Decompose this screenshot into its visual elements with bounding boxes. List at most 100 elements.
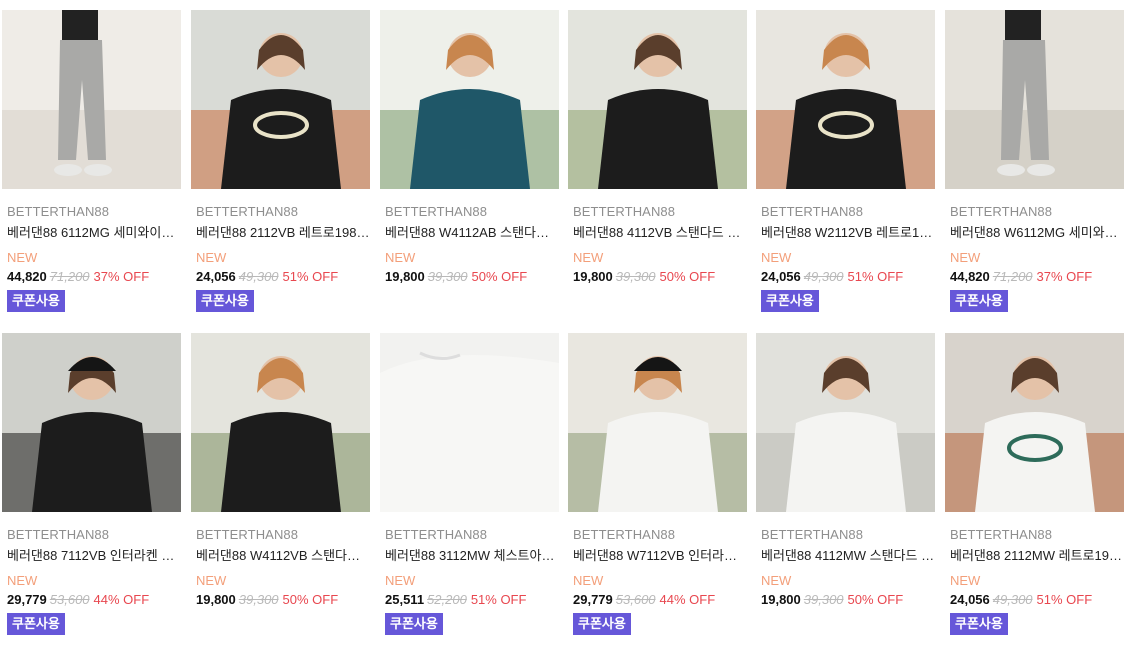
sale-price: 25,511 [385, 592, 425, 607]
product-brand[interactable]: BETTERTHAN88 [756, 527, 935, 543]
sale-price: 24,056 [196, 269, 236, 284]
discount-rate: 50% OFF [282, 592, 339, 607]
coupon-badge: 쿠폰사용 [950, 613, 1008, 635]
sale-price: 24,056 [950, 592, 990, 607]
product-title[interactable]: 베러댄88 6112MG 세미와이드 스웨트팬츠 [2, 222, 181, 242]
new-badge: NEW [950, 573, 981, 588]
original-price: 39,300 [803, 592, 844, 607]
discount-rate: 50% OFF [659, 269, 716, 284]
coupon-badge: 쿠폰사용 [196, 290, 254, 312]
product-brand[interactable]: BETTERTHAN88 [2, 527, 181, 543]
product-title[interactable]: 베러댄88 W2112VB 레트로198 반팔티 [756, 222, 935, 242]
discount-rate: 44% OFF [659, 592, 716, 607]
product-title[interactable]: 베러댄88 2112VB 레트로198 반팔티 [191, 222, 370, 242]
new-badge: NEW [761, 573, 792, 588]
product-image[interactable] [2, 10, 181, 189]
product-brand[interactable]: BETTERTHAN88 [191, 204, 370, 220]
product-title[interactable]: 베러댄88 W4112AB 스탠다드 반팔티 [380, 222, 559, 242]
original-price: 49,300 [238, 269, 279, 284]
discount-rate: 37% OFF [1036, 269, 1093, 284]
product-card[interactable]: BETTERTHAN88 베러댄88 W4112AB 스탠다드 반팔티 NEW … [380, 10, 559, 305]
price-line: 29,779 53,600 44% OFF [568, 592, 747, 610]
new-badge: NEW [573, 250, 604, 265]
product-image[interactable] [756, 10, 935, 189]
discount-rate: 50% OFF [847, 592, 904, 607]
product-brand[interactable]: BETTERTHAN88 [380, 204, 559, 220]
price-line: 19,800 39,300 50% OFF [756, 592, 935, 610]
product-brand[interactable]: BETTERTHAN88 [568, 204, 747, 220]
product-brand[interactable]: BETTERTHAN88 [380, 527, 559, 543]
product-card[interactable]: BETTERTHAN88 베러댄88 4112MW 스탠다드 반팔티 NEW 1… [756, 333, 935, 628]
product-card[interactable]: BETTERTHAN88 베러댄88 7112VB 인터라켄 반팔티 NEW 2… [2, 333, 181, 635]
price-line: 24,056 49,300 51% OFF [756, 269, 935, 287]
coupon-badge: 쿠폰사용 [7, 613, 65, 635]
sale-price: 44,820 [7, 269, 47, 284]
discount-rate: 51% OFF [470, 592, 527, 607]
product-image[interactable] [945, 10, 1124, 189]
product-brand[interactable]: BETTERTHAN88 [191, 527, 370, 543]
product-title[interactable]: 베러댄88 W4112VB 스탠다드 반팔티 [191, 545, 370, 565]
discount-rate: 51% OFF [282, 269, 339, 284]
new-badge: NEW [573, 573, 604, 588]
product-image[interactable] [2, 333, 181, 512]
sale-price: 19,800 [385, 269, 425, 284]
product-card[interactable]: BETTERTHAN88 베러댄88 W4112VB 스탠다드 반팔티 NEW … [191, 333, 370, 628]
original-price: 71,200 [49, 269, 90, 284]
original-price: 52,200 [427, 592, 467, 607]
original-price: 49,300 [803, 269, 844, 284]
new-badge: NEW [196, 250, 227, 265]
original-price: 71,200 [992, 269, 1033, 284]
sale-price: 29,779 [7, 592, 47, 607]
new-badge: NEW [7, 573, 38, 588]
product-card[interactable]: BETTERTHAN88 베러댄88 W6112MG 세미와이드 스웨트팬츠 N… [945, 10, 1124, 312]
discount-rate: 37% OFF [93, 269, 150, 284]
product-card[interactable]: BETTERTHAN88 베러댄88 6112MG 세미와이드 스웨트팬츠 NE… [2, 10, 181, 312]
product-card[interactable]: BETTERTHAN88 베러댄88 2112VB 레트로198 반팔티 NEW… [191, 10, 370, 312]
original-price: 53,600 [615, 592, 656, 607]
sale-price: 19,800 [196, 592, 236, 607]
product-brand[interactable]: BETTERTHAN88 [2, 204, 181, 220]
product-title[interactable]: 베러댄88 3112MW 체스트아치 반팔티 [380, 545, 559, 565]
new-badge: NEW [385, 573, 416, 588]
product-title[interactable]: 베러댄88 W6112MG 세미와이드 스웨트팬츠 [945, 222, 1124, 242]
product-image[interactable] [380, 333, 559, 512]
coupon-badge: 쿠폰사용 [761, 290, 819, 312]
price-line: 44,820 71,200 37% OFF [2, 269, 181, 287]
product-image[interactable] [380, 10, 559, 189]
product-title[interactable]: 베러댄88 2112MW 레트로198 반팔티 [945, 545, 1124, 565]
product-image[interactable] [191, 10, 370, 189]
price-line: 29,779 53,600 44% OFF [2, 592, 181, 610]
product-image[interactable] [191, 333, 370, 512]
product-image[interactable] [945, 333, 1124, 512]
product-title[interactable]: 베러댄88 4112VB 스탠다드 반팔티 [568, 222, 747, 242]
product-title[interactable]: 베러댄88 7112VB 인터라켄 반팔티 [2, 545, 181, 565]
product-brand[interactable]: BETTERTHAN88 [945, 204, 1124, 220]
product-brand[interactable]: BETTERTHAN88 [756, 204, 935, 220]
product-brand[interactable]: BETTERTHAN88 [568, 527, 747, 543]
coupon-badge: 쿠폰사용 [950, 290, 1008, 312]
coupon-badge: 쿠폰사용 [385, 613, 443, 635]
discount-rate: 50% OFF [471, 269, 528, 284]
price-line: 44,820 71,200 37% OFF [945, 269, 1124, 287]
product-card[interactable]: BETTERTHAN88 베러댄88 2112MW 레트로198 반팔티 NEW… [945, 333, 1124, 635]
original-price: 39,300 [427, 269, 468, 284]
coupon-badge: 쿠폰사용 [7, 290, 65, 312]
original-price: 39,300 [615, 269, 656, 284]
product-brand[interactable]: BETTERTHAN88 [945, 527, 1124, 543]
product-card[interactable]: BETTERTHAN88 베러댄88 3112MW 체스트아치 반팔티 NEW … [380, 333, 559, 635]
product-card[interactable]: BETTERTHAN88 베러댄88 W7112VB 인터라켄 반팔티 NEW … [568, 333, 747, 635]
product-title[interactable]: 베러댄88 4112MW 스탠다드 반팔티 [756, 545, 935, 565]
price-line: 19,800 39,300 50% OFF [191, 592, 370, 610]
new-badge: NEW [761, 250, 792, 265]
original-price: 53,600 [49, 592, 90, 607]
product-title[interactable]: 베러댄88 W7112VB 인터라켄 반팔티 [568, 545, 747, 565]
product-image[interactable] [568, 333, 747, 512]
product-image[interactable] [756, 333, 935, 512]
new-badge: NEW [7, 250, 38, 265]
product-card[interactable]: BETTERTHAN88 베러댄88 W2112VB 레트로198 반팔티 NE… [756, 10, 935, 312]
product-card[interactable]: BETTERTHAN88 베러댄88 4112VB 스탠다드 반팔티 NEW 1… [568, 10, 747, 305]
new-badge: NEW [196, 573, 227, 588]
sale-price: 29,779 [573, 592, 613, 607]
original-price: 49,300 [992, 592, 1033, 607]
product-image[interactable] [568, 10, 747, 189]
